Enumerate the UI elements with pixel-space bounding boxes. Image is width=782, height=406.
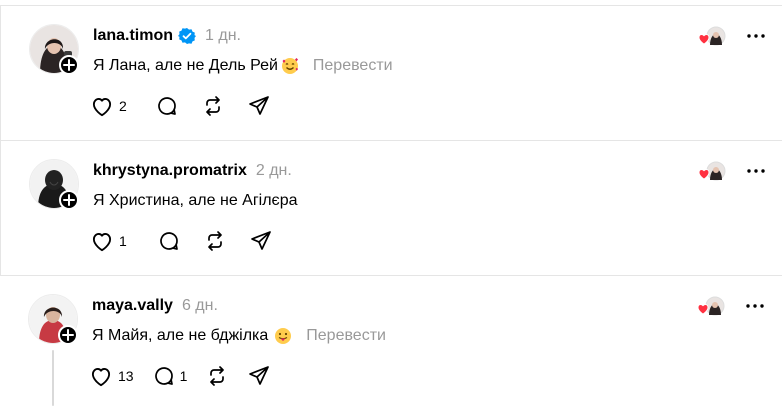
follow-plus-icon[interactable]: [59, 190, 79, 210]
post-time: 6 дн.: [181, 297, 218, 314]
share-icon: [248, 96, 269, 115]
share-button[interactable]: [249, 225, 273, 257]
repost-icon: [210, 366, 225, 386]
like-count: 13: [118, 368, 134, 384]
share-button[interactable]: [247, 360, 271, 392]
liked-by-author-icon: [698, 161, 726, 183]
username[interactable]: khrystyna.promatrix: [93, 162, 247, 180]
reply-count: 1: [179, 368, 188, 384]
liked-by-author-icon: [697, 296, 725, 318]
post-text: Я Майя, але не бджілка: [92, 327, 269, 344]
avatar[interactable]: [29, 159, 79, 210]
heart-icon: [91, 368, 111, 387]
avatar[interactable]: [28, 294, 78, 345]
post-time: 1 дн.: [205, 27, 241, 44]
comment-icon: [157, 97, 176, 115]
follow-plus-icon[interactable]: [59, 55, 79, 75]
comment-icon: [159, 232, 178, 250]
comment-button[interactable]: 1: [152, 360, 188, 392]
post-text: Я Христина, але не Агілєра: [93, 192, 298, 209]
like-button[interactable]: 2: [89, 90, 127, 122]
verified-badge-icon: [178, 27, 197, 45]
like-count: 1: [119, 233, 127, 249]
comment-button[interactable]: [157, 225, 181, 257]
post-text: Я Лана, але не Дель Рей: [93, 57, 278, 74]
liked-by-author-icon: [698, 26, 726, 48]
comment-button[interactable]: [155, 90, 179, 122]
username[interactable]: maya.vally: [92, 297, 173, 315]
reply-post-1: lana.timon 1 дн. Я Лана, але не Дель Рей…: [0, 6, 782, 141]
follow-plus-icon[interactable]: [58, 325, 78, 345]
more-icon[interactable]: [745, 28, 767, 44]
repost-icon: [207, 231, 222, 251]
repost-icon: [205, 96, 220, 116]
share-button[interactable]: [247, 90, 271, 122]
translate-link[interactable]: Перевести: [306, 327, 386, 345]
heart-icon: [92, 233, 112, 252]
thread-line: [52, 350, 54, 406]
share-icon: [250, 231, 271, 250]
reply-post-2: khrystyna.promatrix 2 дн. Я Христина, ал…: [0, 141, 782, 276]
like-button[interactable]: 1: [89, 225, 127, 257]
smiling-face-with-hearts-icon: [281, 57, 299, 75]
more-icon[interactable]: [745, 163, 767, 179]
reply-post-3: maya.vally 6 дн. Я Майя, але не бджілка …: [0, 276, 782, 406]
avatar[interactable]: [29, 24, 79, 75]
username[interactable]: lana.timon: [93, 27, 173, 45]
post-time: 2 дн.: [255, 162, 292, 179]
translate-link[interactable]: Перевести: [313, 57, 393, 75]
repost-button[interactable]: [201, 90, 225, 122]
like-button[interactable]: 13: [88, 360, 134, 392]
share-icon: [249, 366, 270, 385]
repost-button[interactable]: [205, 360, 229, 392]
more-icon[interactable]: [744, 298, 766, 314]
heart-icon: [92, 98, 112, 117]
like-count: 2: [119, 98, 127, 114]
repost-button[interactable]: [203, 225, 227, 257]
face-with-tongue-icon: [274, 327, 292, 345]
comment-icon: [154, 367, 173, 385]
